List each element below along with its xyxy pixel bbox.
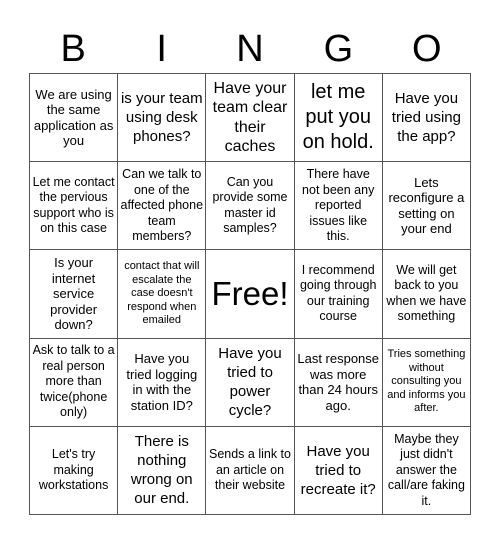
bingo-cell[interactable]: There have not been any reported issues … xyxy=(294,162,383,251)
cell-text: Have you tried using the app? xyxy=(391,90,461,146)
cell-text: Have you tried logging in with the stati… xyxy=(126,351,198,413)
cell-text: Lets reconfigure a setting on your end xyxy=(388,174,465,237)
bingo-cell[interactable]: Is your internet service provider down? xyxy=(30,250,119,339)
cell-text: is your team using desk phones? xyxy=(120,90,203,146)
bingo-cell[interactable]: Can we talk to one of the affected phone… xyxy=(118,162,207,251)
bingo-cell[interactable]: We are using the same application as you xyxy=(30,74,119,163)
bingo-cell[interactable]: Ask to talk to a real person more than t… xyxy=(30,338,119,427)
bingo-cell[interactable]: Have you tried using the app? xyxy=(382,74,471,163)
header-letter-o: O xyxy=(412,28,442,70)
cell-text: We will get back to you when we have som… xyxy=(386,262,467,324)
bingo-cell[interactable]: There is nothing wrong on our end. xyxy=(118,426,207,515)
bingo-cell[interactable]: let me put you on hold. xyxy=(294,74,383,163)
cell-text: We are using the same application as you xyxy=(33,86,114,149)
cell-text: Have you tried to recreate it? xyxy=(300,442,376,498)
bingo-cell[interactable]: I recommend going through our training c… xyxy=(294,250,383,339)
cell-text: Maybe they just didn't answer the call/a… xyxy=(387,431,465,508)
bingo-cell[interactable]: is your team using desk phones? xyxy=(118,74,207,163)
bingo-grid: We are using the same application as you… xyxy=(29,73,471,515)
bingo-cell[interactable]: Maybe they just didn't answer the call/a… xyxy=(382,426,471,515)
cell-text: Is your internet service provider down? xyxy=(50,255,98,333)
bingo-cell[interactable]: Sends a link to an article on their webs… xyxy=(206,426,295,515)
header-letter-n: N xyxy=(236,28,264,70)
cell-text: I recommend going through our training c… xyxy=(299,262,377,324)
cell-text: There have not been any reported issues … xyxy=(302,167,375,244)
bingo-header: B I N G O xyxy=(29,26,471,72)
bingo-cell[interactable]: Have you tried to power cycle? xyxy=(206,338,295,427)
cell-text: Sends a link to an article on their webs… xyxy=(208,447,291,493)
header-letter-b: B xyxy=(60,28,86,70)
free-space[interactable]: Free! xyxy=(206,250,295,339)
cell-text: There is nothing wrong on our end. xyxy=(130,433,193,508)
cell-text: contact that will escalate the case does… xyxy=(124,260,200,327)
cell-text: Can we talk to one of the affected phone… xyxy=(120,167,204,244)
cell-text: let me put you on hold. xyxy=(302,81,374,154)
cell-text: Ask to talk to a real person more than t… xyxy=(32,343,115,420)
cell-text: Have your team clear their caches xyxy=(212,79,288,156)
cell-text: Tries something without consulting you a… xyxy=(387,348,466,415)
bingo-cell[interactable]: Last response was more than 24 hours ago… xyxy=(294,338,383,427)
bingo-cell[interactable]: Have you tried logging in with the stati… xyxy=(118,338,207,427)
cell-text: Let's try making workstations xyxy=(38,447,109,493)
cell-text: Can you provide some master id samples? xyxy=(212,174,288,236)
header-letter-g: G xyxy=(323,28,354,70)
cell-text: Last response was more than 24 hours ago… xyxy=(297,351,380,413)
bingo-cell[interactable]: Tries something without consulting you a… xyxy=(382,338,471,427)
bingo-cell[interactable]: Let's try making workstations xyxy=(30,426,119,515)
bingo-cell[interactable]: Have you tried to recreate it? xyxy=(294,426,383,515)
bingo-cell[interactable]: Have your team clear their caches xyxy=(206,74,295,163)
cell-text: Let me contact the pervious support who … xyxy=(32,174,115,236)
bingo-cell[interactable]: Can you provide some master id samples? xyxy=(206,162,295,251)
bingo-cell[interactable]: contact that will escalate the case does… xyxy=(118,250,207,339)
bingo-cell[interactable]: We will get back to you when we have som… xyxy=(382,250,471,339)
cell-text: Free! xyxy=(211,274,289,312)
cell-text: Have you tried to power cycle? xyxy=(218,345,282,420)
header-letter-i: I xyxy=(156,28,167,70)
bingo-cell[interactable]: Lets reconfigure a setting on your end xyxy=(382,162,471,251)
bingo-cell[interactable]: Let me contact the pervious support who … xyxy=(30,162,119,251)
